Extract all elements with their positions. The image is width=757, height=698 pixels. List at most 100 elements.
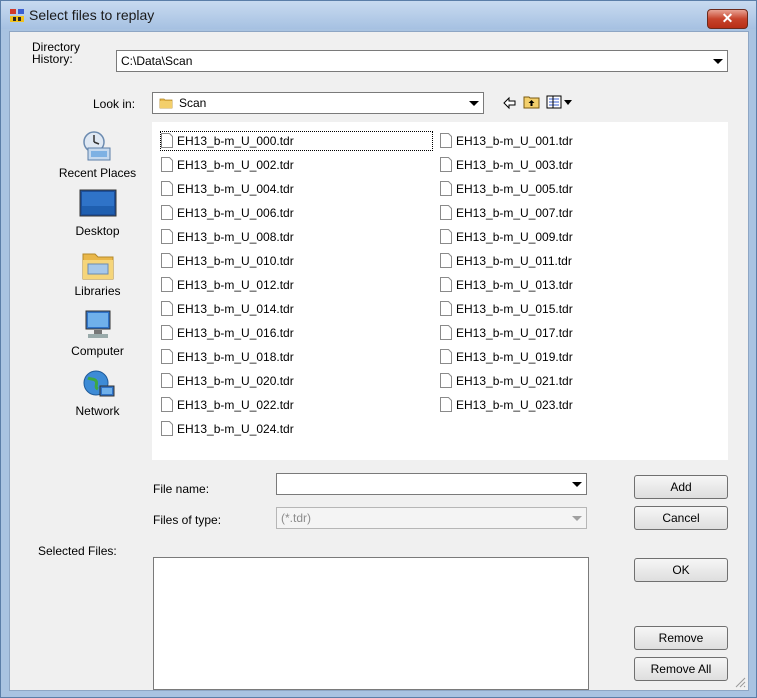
document-icon xyxy=(440,373,452,388)
file-name: EH13_b-m_U_024.tdr xyxy=(177,422,294,436)
file-name: EH13_b-m_U_016.tdr xyxy=(177,326,294,340)
place-label: Computer xyxy=(71,344,124,358)
document-icon xyxy=(161,205,173,220)
document-icon xyxy=(161,277,173,292)
document-icon xyxy=(161,133,173,148)
add-button[interactable]: Add xyxy=(634,475,728,499)
recent-places-icon xyxy=(82,131,110,161)
file-name: EH13_b-m_U_004.tdr xyxy=(177,182,294,196)
file-name: EH13_b-m_U_000.tdr xyxy=(177,134,294,148)
file-name: EH13_b-m_U_009.tdr xyxy=(456,230,573,244)
document-icon xyxy=(440,157,452,172)
document-icon xyxy=(161,157,173,172)
place-label: Libraries xyxy=(74,284,121,298)
app-icon xyxy=(10,9,24,22)
place-desktop[interactable]: Desktop xyxy=(50,188,145,238)
cancel-button[interactable]: Cancel xyxy=(634,506,728,530)
ok-button[interactable]: OK xyxy=(634,558,728,582)
place-computer[interactable]: Computer xyxy=(50,308,145,358)
document-icon xyxy=(440,397,452,412)
document-icon xyxy=(440,205,452,220)
document-icon xyxy=(161,253,173,268)
chevron-down-icon[interactable] xyxy=(466,95,481,111)
files-of-type-value: (*.tdr) xyxy=(281,511,311,525)
document-icon xyxy=(440,325,452,340)
files-of-type-label: Files of type: xyxy=(153,513,222,527)
place-libraries[interactable]: Libraries xyxy=(50,248,145,298)
window-title: Select files to replay xyxy=(29,7,155,23)
file-name: EH13_b-m_U_006.tdr xyxy=(177,206,294,220)
document-icon xyxy=(161,373,173,388)
selected-files-label: Selected Files: xyxy=(38,544,117,558)
file-name: EH13_b-m_U_017.tdr xyxy=(456,326,573,340)
file-name: EH13_b-m_U_003.tdr xyxy=(456,158,573,172)
files-of-type-select: (*.tdr) xyxy=(276,507,587,529)
file-list[interactable]: EH13_b-m_U_000.tdr EH13_b-m_U_001.tdr EH… xyxy=(152,122,728,460)
desktop-icon xyxy=(79,189,116,217)
document-icon xyxy=(440,133,452,148)
back-arrow-icon[interactable] xyxy=(502,95,516,111)
resize-grip-icon[interactable] xyxy=(734,676,746,688)
place-label: Recent Places xyxy=(58,166,137,180)
document-icon xyxy=(161,325,173,340)
remove-all-button[interactable]: Remove All xyxy=(634,657,728,681)
file-name: EH13_b-m_U_013.tdr xyxy=(456,278,573,292)
file-name-input[interactable] xyxy=(276,473,587,495)
file-name: EH13_b-m_U_011.tdr xyxy=(456,254,572,268)
dialog-window: Select files to replay ✕ Directory Histo… xyxy=(0,0,757,698)
document-icon xyxy=(161,349,173,364)
file-name: EH13_b-m_U_021.tdr xyxy=(456,374,573,388)
title-bar[interactable]: Select files to replay ✕ xyxy=(1,1,756,29)
document-icon xyxy=(161,301,173,316)
file-name: EH13_b-m_U_014.tdr xyxy=(177,302,294,316)
document-icon xyxy=(161,397,173,412)
computer-icon xyxy=(85,310,110,338)
place-network[interactable]: Network xyxy=(50,368,145,418)
network-icon xyxy=(83,370,114,397)
place-label: Desktop xyxy=(75,224,120,238)
selected-files-list[interactable] xyxy=(153,557,589,690)
file-name: EH13_b-m_U_019.tdr xyxy=(456,350,573,364)
document-icon xyxy=(161,421,173,436)
document-icon xyxy=(440,181,452,196)
file-name: EH13_b-m_U_018.tdr xyxy=(177,350,294,364)
document-icon xyxy=(440,301,452,316)
document-icon xyxy=(440,253,452,268)
remove-button[interactable]: Remove xyxy=(634,626,728,650)
libraries-icon xyxy=(82,253,113,280)
view-menu-icon[interactable] xyxy=(546,94,574,110)
file-item[interactable]: EH13_b-m_U_000.tdr xyxy=(160,131,433,151)
file-name: EH13_b-m_U_005.tdr xyxy=(456,182,573,196)
directory-history-value: C:\Data\Scan xyxy=(121,54,193,68)
file-name: EH13_b-m_U_007.tdr xyxy=(456,206,573,220)
close-button[interactable]: ✕ xyxy=(707,9,748,29)
document-icon xyxy=(440,229,452,244)
places-bar: Recent Places Desktop Libraries Computer… xyxy=(50,124,145,464)
folder-icon xyxy=(159,98,173,109)
file-name: EH13_b-m_U_020.tdr xyxy=(177,374,294,388)
chevron-down-icon xyxy=(569,510,584,526)
place-recent-places[interactable]: Recent Places xyxy=(50,128,145,180)
directory-history-combo[interactable]: C:\Data\Scan xyxy=(116,50,728,72)
chevron-down-icon[interactable] xyxy=(710,53,725,69)
dialog-client-area: Directory History: C:\Data\Scan Look in:… xyxy=(9,31,749,691)
chevron-down-icon[interactable] xyxy=(569,476,584,492)
close-icon: ✕ xyxy=(721,10,734,26)
look-in-label: Look in: xyxy=(93,97,136,111)
document-icon xyxy=(440,277,452,292)
document-icon xyxy=(161,229,173,244)
file-name-label: File name: xyxy=(153,482,210,496)
file-name: EH13_b-m_U_010.tdr xyxy=(177,254,294,268)
file-name: EH13_b-m_U_002.tdr xyxy=(177,158,294,172)
file-name: EH13_b-m_U_022.tdr xyxy=(177,398,294,412)
place-label: Network xyxy=(75,404,120,418)
up-folder-icon[interactable] xyxy=(523,94,541,110)
document-icon xyxy=(440,349,452,364)
file-name: EH13_b-m_U_001.tdr xyxy=(456,134,573,148)
look-in-value: Scan xyxy=(179,96,207,110)
file-name: EH13_b-m_U_012.tdr xyxy=(177,278,294,292)
directory-history-label: Directory History: xyxy=(32,41,80,65)
look-in-combo[interactable]: Scan xyxy=(152,92,484,114)
file-name: EH13_b-m_U_023.tdr xyxy=(456,398,573,412)
document-icon xyxy=(161,181,173,196)
